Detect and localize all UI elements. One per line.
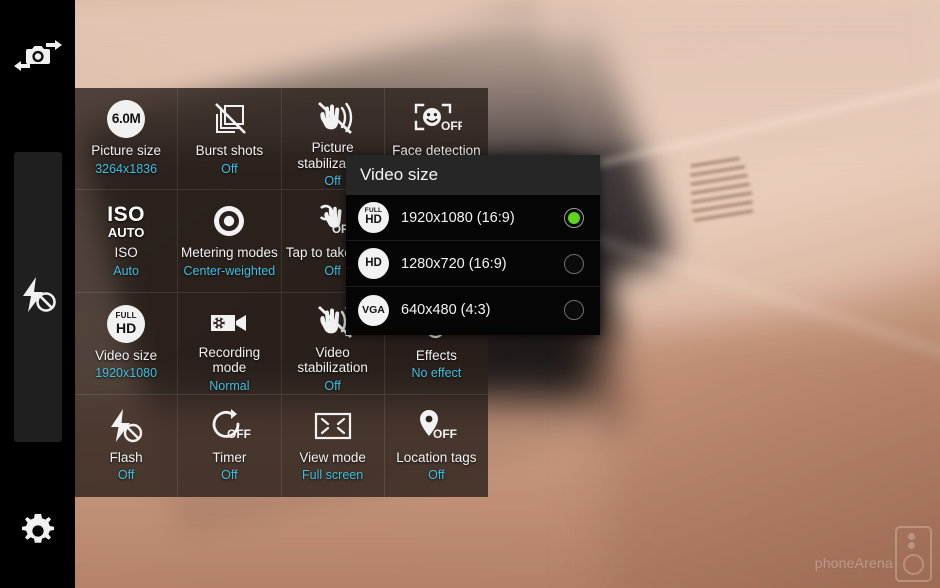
setting-value: Normal bbox=[209, 378, 250, 393]
option-label: 1920x1080 (16:9) bbox=[401, 209, 515, 226]
left-toolbar bbox=[0, 0, 75, 588]
face-detection-icon: OFF bbox=[410, 97, 462, 141]
setting-burst-shots[interactable]: Burst shots Off bbox=[178, 88, 282, 191]
setting-recording-mode[interactable]: Recording mode Normal bbox=[178, 292, 282, 395]
setting-label: Recording mode bbox=[198, 344, 261, 376]
setting-value: Off bbox=[221, 161, 238, 176]
setting-picture-size[interactable]: 6.0M Picture size 3264x1836 bbox=[75, 88, 179, 191]
vga-badge-icon: VGA bbox=[358, 294, 389, 326]
badge-line2: VGA bbox=[362, 304, 385, 316]
setting-value: Off bbox=[117, 468, 135, 483]
setting-label: Video size bbox=[95, 347, 158, 363]
setting-value: Full screen bbox=[302, 468, 364, 483]
picture-size-badge-text: 6.0M bbox=[111, 111, 141, 127]
setting-value: Off bbox=[324, 378, 341, 393]
setting-label: Effects bbox=[415, 347, 457, 363]
setting-label: Video stabilization bbox=[297, 344, 368, 376]
view-mode-icon bbox=[311, 404, 355, 448]
video-size-dialog: Video size FULL HD 1920x1080 (16:9) HD 1… bbox=[346, 155, 600, 335]
timer-off-icon: OFF bbox=[206, 404, 252, 448]
iso-badge-line1: ISO bbox=[107, 202, 145, 226]
setting-value: Auto bbox=[113, 263, 139, 278]
picture-stabilization-off-icon bbox=[311, 97, 355, 138]
viewfinder-speaker-grille bbox=[684, 155, 761, 242]
setting-value: 3264x1836 bbox=[95, 161, 158, 176]
video-size-icon: FULL HD bbox=[107, 302, 146, 346]
setting-label: Picture size bbox=[91, 143, 162, 158]
svg-text:OFF: OFF bbox=[441, 119, 462, 133]
svg-text:OFF: OFF bbox=[433, 427, 457, 441]
setting-label: ISO bbox=[114, 245, 138, 261]
setting-value: Off bbox=[428, 468, 445, 483]
burst-shots-off-icon bbox=[207, 97, 251, 141]
setting-value: 1920x1080 bbox=[95, 366, 158, 380]
flash-off-icon bbox=[15, 275, 61, 315]
flash-toggle-button[interactable] bbox=[0, 265, 75, 325]
option-label: 1280x720 (16:9) bbox=[401, 255, 507, 272]
dialog-title: Video size bbox=[346, 155, 600, 195]
setting-location-tags[interactable]: OFF Location tags Off bbox=[385, 395, 488, 497]
recording-mode-icon bbox=[205, 302, 253, 343]
setting-value: No effect bbox=[411, 366, 462, 380]
setting-value: Off bbox=[324, 263, 341, 278]
setting-metering-modes[interactable]: Metering modes Center-weighted bbox=[178, 190, 282, 293]
badge-line2: HD bbox=[365, 256, 382, 269]
setting-value: Center-weighted bbox=[183, 263, 276, 278]
video-size-badge-line2: HD bbox=[116, 320, 137, 336]
gear-icon bbox=[18, 511, 58, 551]
picture-size-icon: 6.0M bbox=[107, 97, 146, 141]
setting-view-mode[interactable]: View mode Full screen bbox=[282, 394, 385, 497]
full-hd-badge-icon: FULL HD bbox=[358, 202, 389, 233]
hd-badge-icon: HD bbox=[358, 248, 389, 279]
camera-switch-icon bbox=[12, 37, 64, 77]
radio-button[interactable] bbox=[564, 300, 584, 320]
setting-label: Timer bbox=[212, 449, 247, 465]
video-size-option-1920x1080[interactable]: FULL HD 1920x1080 (16:9) bbox=[346, 195, 600, 241]
badge-line2: HD bbox=[365, 214, 382, 227]
iso-icon: ISO AUTO bbox=[107, 199, 145, 243]
settings-button[interactable] bbox=[0, 500, 75, 562]
setting-flash[interactable]: Flash Off bbox=[75, 394, 179, 497]
switch-camera-button[interactable] bbox=[0, 26, 75, 88]
location-tags-off-icon: OFF bbox=[412, 404, 460, 448]
viewfinder-lower-right-shadow bbox=[600, 330, 940, 588]
metering-modes-icon bbox=[209, 199, 249, 243]
svg-text:OFF: OFF bbox=[227, 427, 251, 441]
video-size-option-list: FULL HD 1920x1080 (16:9) HD 1280x720 (16… bbox=[346, 195, 600, 335]
video-size-option-1280x720[interactable]: HD 1280x720 (16:9) bbox=[346, 241, 600, 287]
camera-app-screen: phoneArena 6.0M Picture size 3264x1836 B… bbox=[0, 0, 940, 588]
setting-timer[interactable]: OFF Timer Off bbox=[178, 394, 282, 497]
setting-video-size[interactable]: FULL HD Video size 1920x1080 bbox=[75, 292, 179, 395]
iso-badge-line2: AUTO bbox=[107, 224, 145, 240]
radio-button[interactable] bbox=[564, 207, 584, 228]
setting-label: Burst shots bbox=[195, 143, 264, 158]
option-label: 640x480 (4:3) bbox=[401, 302, 491, 318]
radio-button[interactable] bbox=[564, 253, 584, 274]
setting-iso[interactable]: ISO AUTO ISO Auto bbox=[75, 190, 179, 293]
setting-label: Metering modes bbox=[180, 245, 278, 261]
video-size-badge-line1: FULL bbox=[115, 311, 137, 320]
setting-value: Off bbox=[221, 468, 238, 483]
setting-label: Location tags bbox=[396, 449, 477, 465]
setting-label: View mode bbox=[299, 449, 366, 465]
setting-label: Flash bbox=[109, 449, 143, 465]
setting-value: Off bbox=[324, 174, 341, 189]
video-size-option-640x480[interactable]: VGA 640x480 (4:3) bbox=[346, 287, 600, 333]
flash-off-icon bbox=[103, 404, 149, 448]
